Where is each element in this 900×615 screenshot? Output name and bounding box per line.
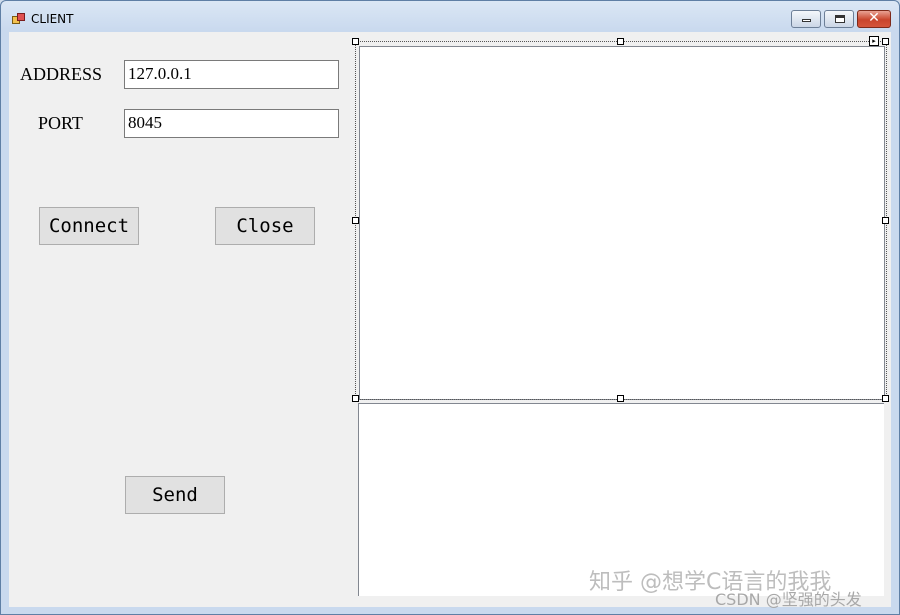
close-button[interactable]: Close: [215, 207, 315, 245]
resize-handle[interactable]: [882, 217, 889, 224]
watermark-csdn: CSDN @坚强的头发: [715, 590, 862, 609]
resize-handle[interactable]: [352, 217, 359, 224]
window-title: CLIENT: [31, 12, 74, 26]
designer-selection-frame: [355, 41, 887, 400]
port-label: PORT: [38, 113, 83, 133]
maximize-button[interactable]: [824, 10, 854, 28]
close-window-button[interactable]: ✕: [857, 10, 891, 28]
resize-handle[interactable]: [352, 395, 359, 402]
resize-handle[interactable]: [617, 395, 624, 402]
resize-handle[interactable]: [352, 38, 359, 45]
resize-handle[interactable]: [882, 395, 889, 402]
port-input[interactable]: 8045: [124, 109, 339, 138]
connect-button[interactable]: Connect: [39, 207, 139, 245]
address-input[interactable]: 127.0.0.1: [124, 60, 339, 89]
title-bar[interactable]: CLIENT ✕: [1, 1, 899, 32]
resize-handle[interactable]: [882, 38, 889, 45]
resize-handle[interactable]: [617, 38, 624, 45]
send-button[interactable]: Send: [125, 476, 225, 514]
app-form-icon: [12, 13, 25, 24]
maximize-icon: [835, 15, 845, 23]
client-window: CLIENT ✕ ADDRESS 127.0.0.1 PORT 8045 Con…: [0, 0, 900, 615]
smart-tag-arrow-icon[interactable]: ▸: [869, 36, 879, 46]
form-client-area: ADDRESS 127.0.0.1 PORT 8045 Connect Clos…: [9, 32, 891, 607]
minimize-button[interactable]: [791, 10, 821, 28]
address-label: ADDRESS: [20, 64, 103, 84]
close-icon: ✕: [868, 10, 880, 26]
minimize-icon: [802, 19, 811, 22]
